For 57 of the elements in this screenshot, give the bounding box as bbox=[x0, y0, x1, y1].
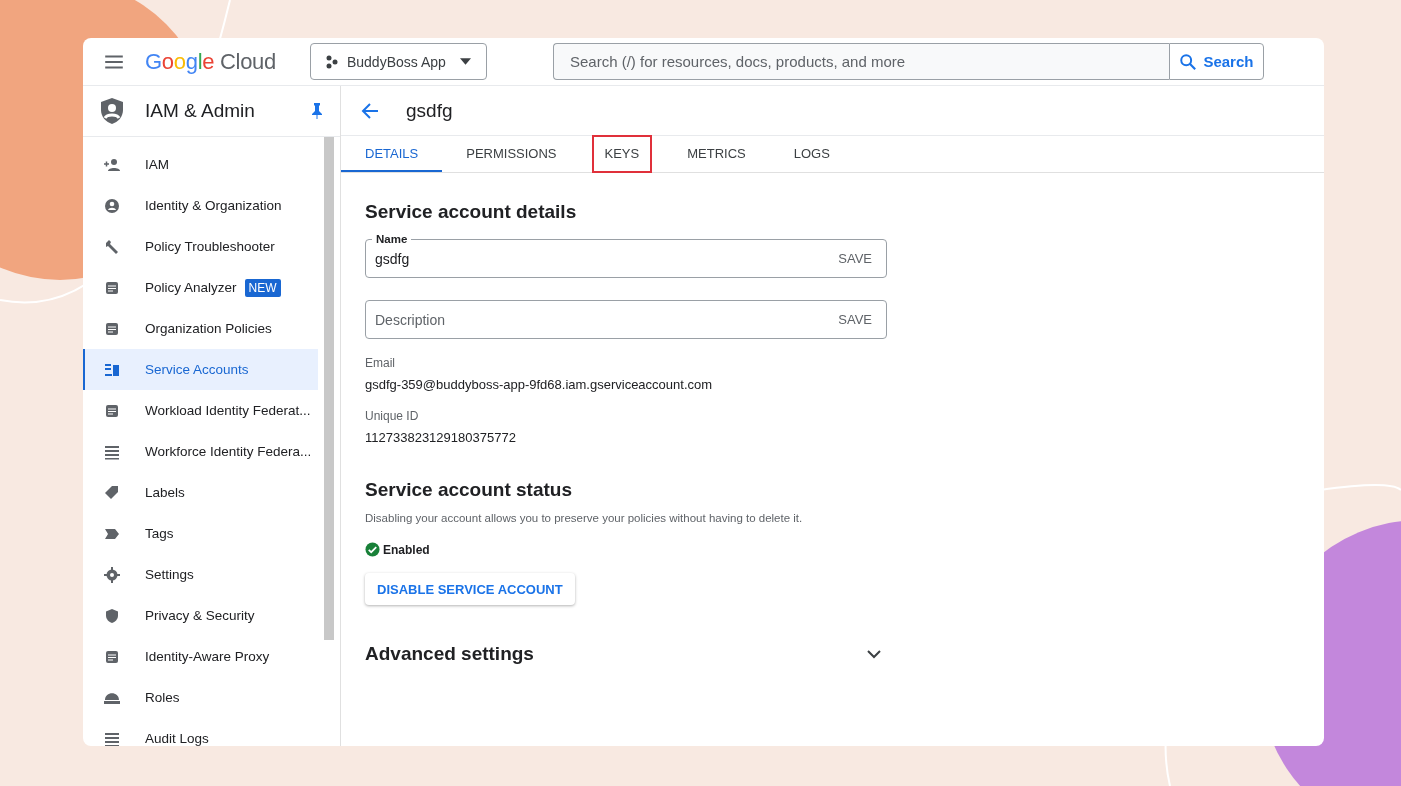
document-icon bbox=[104, 320, 120, 337]
chevron-icon[interactable] bbox=[867, 649, 881, 659]
sidebar-item[interactable]: Service Accounts bbox=[83, 349, 318, 390]
status-description: Disabling your account allows you to preserve your policies without having to delete it. bbox=[365, 512, 804, 524]
list-icon bbox=[104, 730, 120, 746]
search-field[interactable]: Search (/) for resources, docs, products, and more bbox=[552, 43, 1169, 80]
logo[interactable]: Google Cloud bbox=[145, 48, 276, 75]
save-button[interactable]: SAVE bbox=[838, 312, 872, 327]
back-arrow-icon[interactable] bbox=[361, 101, 379, 120]
sidebar-title: IAM & Admin bbox=[145, 100, 256, 122]
sidebar-item[interactable]: Tags bbox=[83, 513, 318, 554]
status-text: Enabled bbox=[383, 542, 430, 557]
sidebar-item[interactable]: Workforce Identity Federa... bbox=[83, 431, 318, 472]
document-icon bbox=[104, 279, 120, 296]
sidebar-item[interactable]: IAM bbox=[83, 144, 318, 185]
dots-icon bbox=[324, 54, 339, 69]
tag-icon bbox=[104, 484, 120, 501]
scrollbar[interactable] bbox=[324, 137, 334, 640]
disable-button[interactable]: DISABLE SERVICE ACCOUNT bbox=[365, 573, 575, 605]
search-button[interactable]: Search bbox=[1168, 43, 1264, 80]
sidebar-item[interactable]: Organization Policies bbox=[83, 308, 318, 349]
description-field[interactable]: Description SAVE bbox=[365, 300, 887, 339]
shield-icon bbox=[100, 97, 124, 125]
wrench-icon bbox=[104, 238, 120, 255]
sidebar-item[interactable]: Labels bbox=[83, 472, 318, 513]
shield-icon bbox=[104, 607, 120, 624]
save-button[interactable]: SAVE bbox=[838, 251, 872, 266]
person-add-icon bbox=[104, 156, 120, 173]
field-label: Unique ID bbox=[365, 409, 420, 423]
sidebar-item[interactable]: Audit Logs bbox=[83, 718, 318, 746]
unique-id-value: 112733823129180375772 bbox=[365, 430, 517, 445]
sidebar-item[interactable]: Policy Troubleshooter bbox=[83, 226, 318, 267]
section-heading: Service account details bbox=[365, 201, 578, 223]
sidebar-item[interactable]: Policy Analyzer NEW bbox=[83, 267, 318, 308]
tab[interactable]: METRICS bbox=[663, 136, 770, 172]
email-value: gsdfg-359@buddyboss-app-9fd68.iam.gserviceaccount.com bbox=[365, 377, 714, 392]
project-picker[interactable]: BuddyBoss App bbox=[309, 43, 487, 80]
search-icon bbox=[1179, 52, 1198, 71]
field-label: Email bbox=[365, 356, 396, 370]
sidebar-item[interactable]: Identity & Organization bbox=[83, 185, 318, 226]
caret-icon bbox=[459, 58, 471, 65]
tab[interactable]: PERMISSIONS bbox=[442, 136, 581, 172]
sidebar-item[interactable]: Settings bbox=[83, 554, 318, 595]
pin-icon[interactable] bbox=[312, 103, 322, 119]
page-title: gsdfg bbox=[406, 99, 453, 122]
sidebar-item[interactable]: Identity-Aware Proxy bbox=[83, 636, 318, 677]
sidebar-item[interactable]: Workload Identity Federat... bbox=[83, 390, 318, 431]
section-heading[interactable]: Advanced settings bbox=[365, 643, 534, 665]
sidebar-item[interactable]: Roles bbox=[83, 677, 318, 718]
person-circle-icon bbox=[104, 197, 120, 214]
section-heading: Service account status bbox=[365, 479, 573, 501]
new-badge: NEW bbox=[244, 278, 281, 297]
tab[interactable]: KEYS bbox=[592, 136, 652, 172]
sidebar-item[interactable]: Privacy & Security bbox=[83, 595, 318, 636]
tab[interactable]: DETAILS bbox=[341, 136, 443, 172]
list-icon bbox=[104, 443, 120, 460]
tab[interactable]: LOGS bbox=[769, 136, 854, 172]
